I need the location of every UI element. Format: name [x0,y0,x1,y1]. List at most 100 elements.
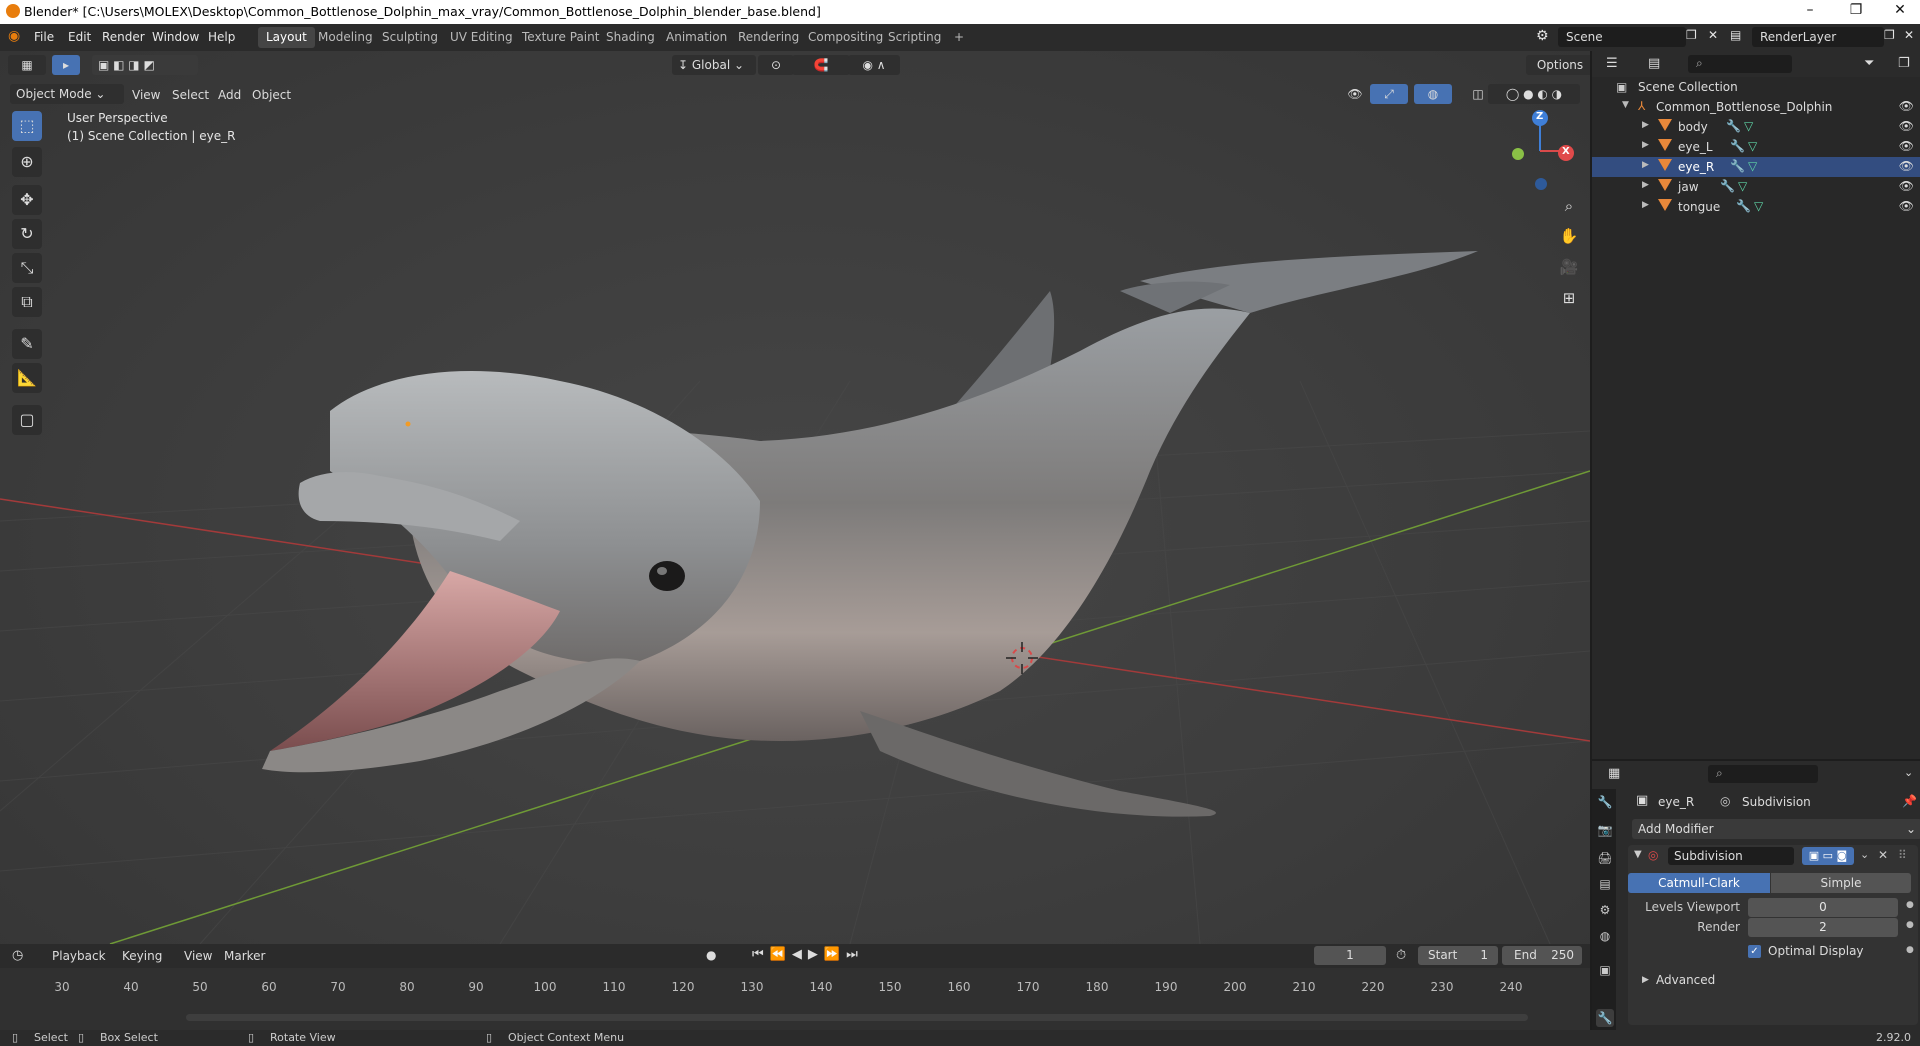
transform-tool-icon[interactable]: ⧉ [12,287,42,317]
pin-icon[interactable]: 📌 [1902,794,1917,808]
viewport-menu-view[interactable]: View [132,88,160,102]
delete-render-layer-icon[interactable]: ✕ [1904,28,1914,42]
pan-hand-icon[interactable]: ✋ [1556,223,1582,249]
expand-arrow-icon[interactable]: ▶ [1642,120,1649,130]
tool-tab-icon[interactable]: 🔧 [1596,793,1614,811]
outliner-row-collection[interactable]: ▼ ⅄ Common_Bottlenose_Dolphin 👁 [1592,97,1920,117]
keyframe-dot-icon[interactable]: ● [1906,920,1914,930]
expand-arrow-icon[interactable]: ▶ [1642,180,1649,190]
remove-modifier-icon[interactable]: ✕ [1878,848,1888,862]
object-tab-icon[interactable]: ▣ [1596,961,1614,979]
outliner-row-scene-collection[interactable]: ▣ Scene Collection [1592,77,1920,97]
render-tab-icon[interactable]: 📷 [1596,821,1614,839]
outliner-row-tongue[interactable]: ▶ tongue 🔧 ▽ 👁 [1592,197,1920,217]
new-scene-icon[interactable]: ❐ [1686,28,1697,42]
eye-icon[interactable]: 👁 [1899,119,1914,133]
expand-arrow-icon[interactable]: ▶ [1642,975,1649,985]
modifier-wrench-icon[interactable]: 🔧 [1736,199,1751,213]
selection-modes-group[interactable]: ▣ ◧ ◨ ◩ [92,55,198,75]
tab-animation[interactable]: Animation [658,27,735,48]
modifier-tab-icon[interactable]: 🔧 [1596,1009,1614,1027]
zoom-icon[interactable]: ⌕ [1556,193,1582,219]
mesh-data-icon[interactable]: ▽ [1738,179,1747,193]
mesh-data-icon[interactable]: ▽ [1754,199,1763,213]
outliner-row-eye-r[interactable]: ▶ eye_R 🔧 ▽ 👁 [1592,157,1920,177]
viewport-menu-add[interactable]: Add [218,88,241,102]
modifier-wrench-icon[interactable]: 🔧 [1730,139,1745,153]
maximize-button[interactable]: ❐ [1836,2,1876,18]
eye-icon[interactable]: 👁 [1899,139,1914,153]
scene-selector[interactable]: Scene [1558,27,1686,47]
transform-orientation-dropdown[interactable]: ↧ Global ⌄ [672,55,756,75]
outliner-row-jaw[interactable]: ▶ jaw 🔧 ▽ 👁 [1592,177,1920,197]
timeline-ruler[interactable]: 30 40 50 60 70 80 90 100 110 120 130 140 150 160 170 18… [0,944,1590,1004]
proportional-editing-icon[interactable]: ◉ ∧ [848,55,900,75]
object-mode-dropdown[interactable]: Object Mode ⌄ [10,84,124,104]
new-render-layer-icon[interactable]: ❐ [1884,28,1895,42]
select-mode-icon[interactable]: ▸ [52,55,80,75]
add-cube-tool-icon[interactable]: ▢ [12,405,42,435]
shading-modes-group[interactable]: ◯ ● ◐ ◑ [1488,84,1580,104]
tab-layout[interactable]: Layout [258,27,315,48]
tab-shading[interactable]: Shading [598,27,663,48]
blender-menu-icon[interactable]: ◉ [8,28,20,44]
tab-simple[interactable]: Simple [1771,873,1911,893]
tab-compositing[interactable]: Compositing [800,27,891,48]
outliner-row-body[interactable]: ▶ body 🔧 ▽ 👁 [1592,117,1920,137]
overlay-toggle-icon[interactable]: ◍ [1414,84,1452,104]
outliner-editor-type-icon[interactable]: ☰ [1606,56,1618,71]
expand-arrow-icon[interactable]: ▶ [1642,200,1649,210]
add-modifier-dropdown[interactable]: Add Modifier ⌄ [1632,819,1920,839]
tab-texture-paint[interactable]: Texture Paint [514,27,607,48]
display-mode-icon[interactable]: ▤ [1648,56,1660,71]
eye-icon[interactable]: 👁 [1899,199,1914,213]
filter-icon[interactable]: ⏷ [1864,56,1874,71]
snapping-icon[interactable]: 🧲 [792,55,850,75]
measure-tool-icon[interactable]: 📐 [12,363,42,393]
options-dropdown[interactable]: Options [1526,55,1590,75]
mesh-data-icon[interactable]: ▽ [1748,159,1757,173]
eye-icon[interactable]: 👁 [1899,179,1914,193]
tab-modeling[interactable]: Modeling [310,27,381,48]
properties-editor-type-icon[interactable]: ▦ [1608,766,1620,781]
scale-tool-icon[interactable]: ⤡ [12,253,42,283]
modifier-visibility-toggles[interactable]: ▣ ▭ ◙ [1802,847,1854,865]
world-tab-icon[interactable]: ◍ [1596,927,1614,945]
minimize-button[interactable]: – [1790,2,1830,18]
eye-icon[interactable]: 👁 [1899,159,1914,173]
editor-type-icon[interactable]: ▦ [8,55,46,75]
pivot-point-icon[interactable]: ⊙ [758,55,794,75]
ortho-toggle-icon[interactable]: ⊞ [1556,285,1582,311]
tab-catmull-clark[interactable]: Catmull-Clark [1628,873,1770,893]
delete-scene-icon[interactable]: ✕ [1708,28,1718,42]
chevron-down-icon[interactable]: ⌄ [1904,766,1913,779]
menu-help[interactable]: Help [208,30,235,44]
tab-scripting[interactable]: Scripting [880,27,949,48]
select-tool-icon[interactable]: ⬚ [12,111,42,141]
tab-rendering[interactable]: Rendering [730,27,807,48]
expand-arrow-icon[interactable]: ▼ [1622,100,1629,110]
menu-window[interactable]: Window [152,30,199,44]
scene-tab-icon[interactable]: ⚙ [1596,901,1614,919]
modifier-name-input[interactable]: Subdivision [1668,847,1794,865]
visibility-icon[interactable]: 👁 [1336,84,1374,104]
modifier-wrench-icon[interactable]: 🔧 [1720,179,1735,193]
optimal-display-checkbox[interactable]: ✓ [1748,945,1761,958]
gizmo-x-label[interactable]: X [1562,146,1570,157]
modifier-wrench-icon[interactable]: 🔧 [1726,119,1741,133]
viewport-menu-select[interactable]: Select [172,88,209,102]
menu-edit[interactable]: Edit [68,30,91,44]
expand-arrow-icon[interactable]: ▶ [1642,140,1649,150]
menu-render[interactable]: Render [102,30,145,44]
render-layer-selector[interactable]: RenderLayer [1752,27,1884,47]
rotate-tool-icon[interactable]: ↻ [12,219,42,249]
output-tab-icon[interactable]: 🖨 [1596,849,1614,867]
modifier-wrench-icon[interactable]: 🔧 [1730,159,1745,173]
cursor-tool-icon[interactable]: ⊕ [12,147,42,177]
levels-viewport-field[interactable]: 0 [1748,898,1898,917]
render-levels-field[interactable]: 2 [1748,918,1898,937]
gizmo-toggle-icon[interactable]: ⤢ [1370,84,1408,104]
close-button[interactable]: ✕ [1880,2,1920,18]
viewport-menu-object[interactable]: Object [252,88,291,102]
drag-handle-icon[interactable]: ⠿ [1898,848,1907,862]
